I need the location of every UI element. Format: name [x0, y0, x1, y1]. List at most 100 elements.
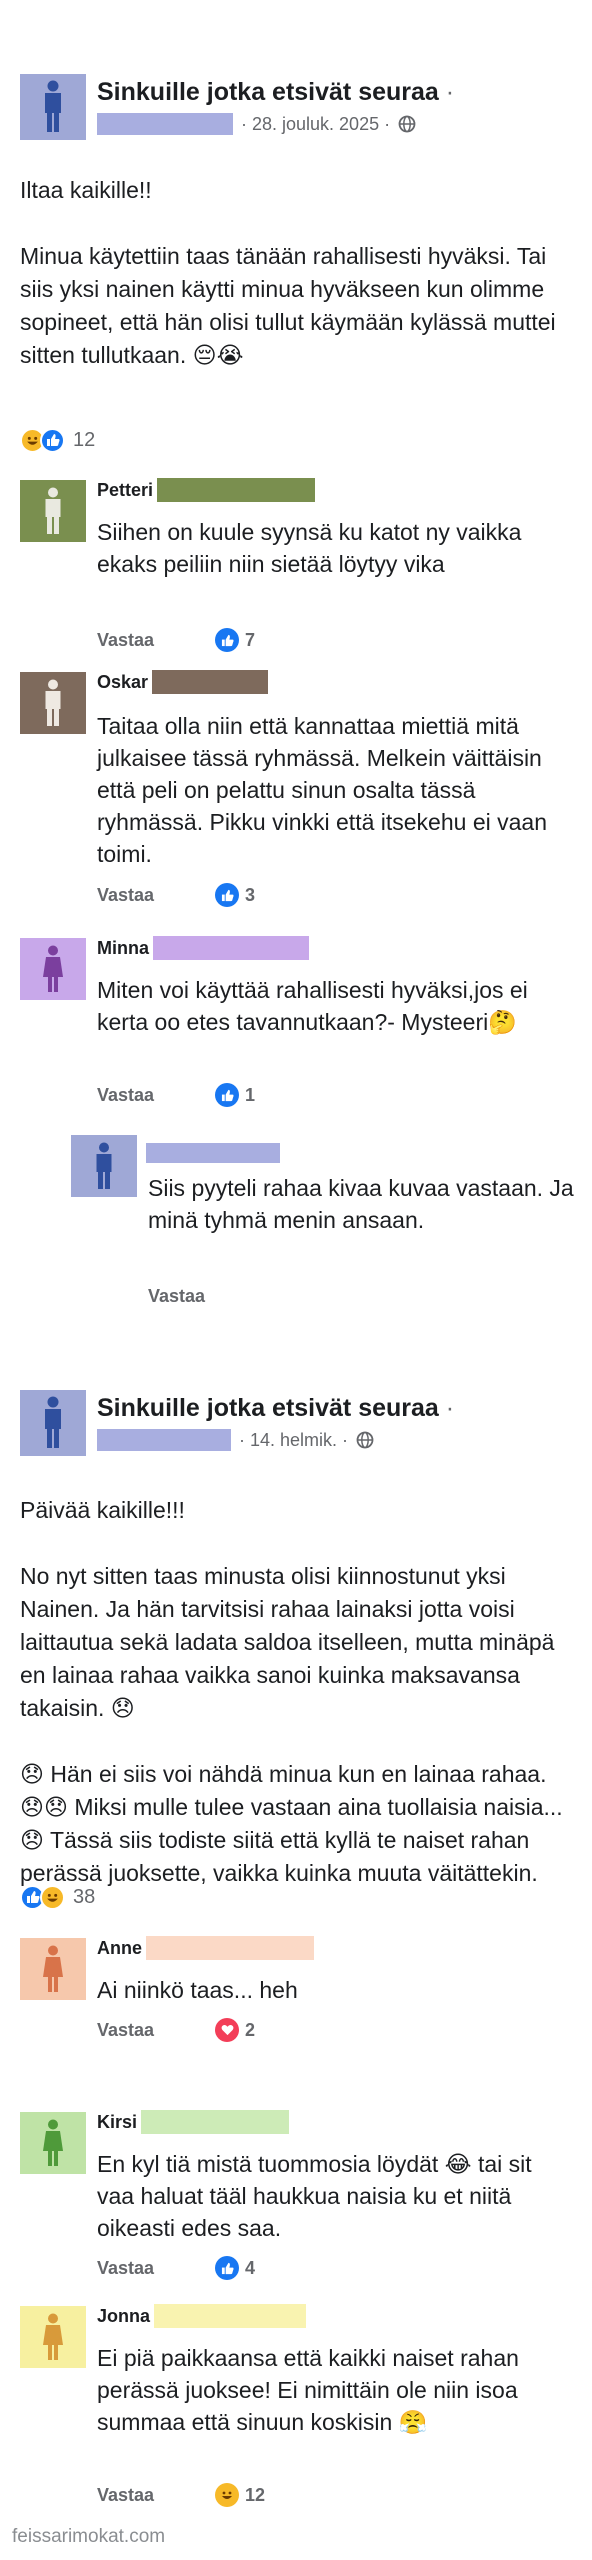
commenter-name[interactable]: Oskar: [97, 670, 269, 694]
post-body: Iltaa kaikille!! Minua käytettiin taas t…: [20, 174, 572, 405]
like-icon: [215, 2256, 239, 2280]
redacted-surname: [152, 670, 269, 694]
post-paragraph: Iltaa kaikille!!: [20, 177, 152, 203]
person-icon: [45, 679, 61, 726]
comment-reactions[interactable]: 4: [215, 2256, 255, 2280]
group-name-1[interactable]: Sinkuille jotka etsivät seuraa ·: [97, 78, 454, 107]
reaction-count: 38: [73, 1885, 96, 1908]
avatar[interactable]: [20, 2306, 86, 2368]
post-paragraph: No nyt sitten taas minusta olisi kiinnos…: [20, 1563, 555, 1721]
comment-text: En kyl tiä mistä tuommosia löydät 😂 tai …: [97, 2151, 532, 2241]
comment: Oskar Taitaa olla niin että kannattaa mi…: [20, 670, 580, 908]
comment-actions: Vastaa: [148, 1283, 266, 1309]
like-count: 4: [245, 2257, 256, 2278]
redacted-author-name: [97, 113, 233, 135]
avatar[interactable]: [20, 480, 86, 542]
comment: Anne Ai niinkö taas... heh Vastaa 2: [20, 1936, 580, 2078]
comment-text: Ai niinkö taas... heh: [97, 1977, 298, 2003]
post-meta: · 28. jouluk. 2025 ·: [97, 112, 416, 136]
person-icon: [43, 1945, 63, 1992]
avatar[interactable]: [71, 1135, 137, 1197]
person-icon: [45, 1396, 61, 1448]
commenter-name[interactable]: Anne: [97, 1936, 314, 1960]
reaction-summary[interactable]: 12: [20, 425, 95, 455]
avatar[interactable]: [20, 1938, 86, 2000]
commenter-name[interactable]: Jonna: [97, 2304, 307, 2328]
like-count: 3: [245, 884, 256, 905]
comment-actions: Vastaa 12: [97, 2482, 265, 2508]
comment-reactions[interactable]: 12: [215, 2483, 265, 2507]
watermark: feissarimokat.com: [12, 2526, 166, 2547]
comment: Kirsi En kyl tiä mistä tuommosia löydät …: [20, 2110, 580, 2282]
group-name-2[interactable]: Sinkuille jotka etsivät seuraa ·: [97, 1394, 454, 1423]
reply-link[interactable]: Vastaa: [97, 2485, 215, 2506]
post-header: Sinkuille jotka etsivät seuraa · · 28. j…: [20, 74, 580, 142]
comment: Minna Miten voi käyttää rahallisesti hyv…: [20, 936, 580, 1108]
heart-icon: [215, 2018, 239, 2042]
avatar[interactable]: [20, 938, 86, 1000]
like-count: 7: [245, 629, 256, 650]
like-icon: [215, 883, 239, 907]
comment-actions: Vastaa 7: [97, 627, 255, 653]
haha-icon: [215, 2483, 239, 2507]
reply-link[interactable]: Vastaa: [97, 885, 215, 906]
person-icon: [45, 80, 61, 132]
comment-reactions[interactable]: 2: [215, 2018, 255, 2042]
comment-actions: Vastaa 2: [97, 2017, 255, 2043]
reply-comment: Siis pyyteli rahaa kivaa kuvaa vastaan. …: [71, 1135, 581, 1310]
commenter-name[interactable]: Minna: [97, 936, 309, 960]
person-icon: [96, 1142, 112, 1189]
redacted-surname: [153, 936, 309, 960]
post-header: Sinkuille jotka etsivät seuraa · · 14. h…: [20, 1390, 580, 1458]
comment-text: Miten voi käyttää rahallisesti hyväksi,j…: [97, 977, 528, 1035]
redacted-surname: [154, 2304, 307, 2328]
redacted-surname: [157, 478, 316, 502]
reaction-summary[interactable]: 38: [20, 1882, 95, 1912]
person-icon: [43, 2313, 63, 2360]
like-icon: [40, 427, 65, 453]
avatar[interactable]: [20, 672, 86, 734]
avatar[interactable]: [20, 2112, 86, 2174]
post-paragraph: Päivää kaikille!!!: [20, 1497, 185, 1523]
like-icon: [215, 628, 239, 652]
like-count: 2: [245, 2019, 256, 2040]
comment-reactions[interactable]: 3: [215, 883, 255, 907]
commenter-name[interactable]: Petteri: [97, 478, 316, 502]
separator-dot: ·: [445, 78, 455, 106]
post-date[interactable]: · 14. helmik. ·: [239, 1430, 348, 1451]
post-paragraph: Minua käytettiin taas tänään rahallisest…: [20, 243, 556, 368]
person-icon: [45, 487, 61, 534]
comment-actions: Vastaa 1: [97, 1082, 255, 1108]
commenter-name[interactable]: [146, 1143, 280, 1163]
redacted-surname: [141, 2110, 290, 2134]
comment-text: Siis pyyteli rahaa kivaa kuvaa vastaan. …: [148, 1175, 574, 1233]
redacted-name: [146, 1143, 280, 1163]
person-icon: [43, 945, 63, 992]
globe-icon: [356, 1431, 374, 1449]
comment-text: Siihen on kuule syynsä ku katot ny vaikk…: [97, 519, 522, 577]
like-count: 12: [245, 2484, 266, 2505]
comment-text: Ei piä paikkaansa että kaikki naiset rah…: [97, 2345, 519, 2435]
post-date[interactable]: · 28. jouluk. 2025 ·: [241, 114, 390, 135]
reply-link[interactable]: Vastaa: [148, 1286, 266, 1307]
comment-reactions[interactable]: 7: [215, 628, 255, 652]
group-avatar[interactable]: [20, 74, 86, 140]
comment-actions: Vastaa 4: [97, 2255, 255, 2281]
post-paragraph: 😞 Hän ei siis voi nähdä minua kun en lai…: [20, 1761, 563, 1886]
comment: Petteri Siihen on kuule syynsä ku katot …: [20, 478, 580, 653]
globe-icon: [398, 115, 416, 133]
group-avatar[interactable]: [20, 1390, 86, 1456]
redacted-author-name: [97, 1429, 231, 1451]
comment-text: Taitaa olla niin että kannattaa miettiä …: [97, 713, 547, 867]
reply-link[interactable]: Vastaa: [97, 1085, 215, 1106]
reaction-count: 12: [73, 428, 96, 451]
post-body: Päivää kaikille!!! No nyt sitten taas mi…: [20, 1494, 572, 1923]
comment-actions: Vastaa 3: [97, 882, 255, 908]
like-count: 1: [245, 1084, 256, 1105]
comment-reactions[interactable]: 1: [215, 1083, 255, 1107]
commenter-name[interactable]: Kirsi: [97, 2110, 290, 2134]
reply-link[interactable]: Vastaa: [97, 2020, 215, 2041]
separator-dot: ·: [445, 1394, 455, 1422]
reply-link[interactable]: Vastaa: [97, 630, 215, 651]
reply-link[interactable]: Vastaa: [97, 2258, 215, 2279]
